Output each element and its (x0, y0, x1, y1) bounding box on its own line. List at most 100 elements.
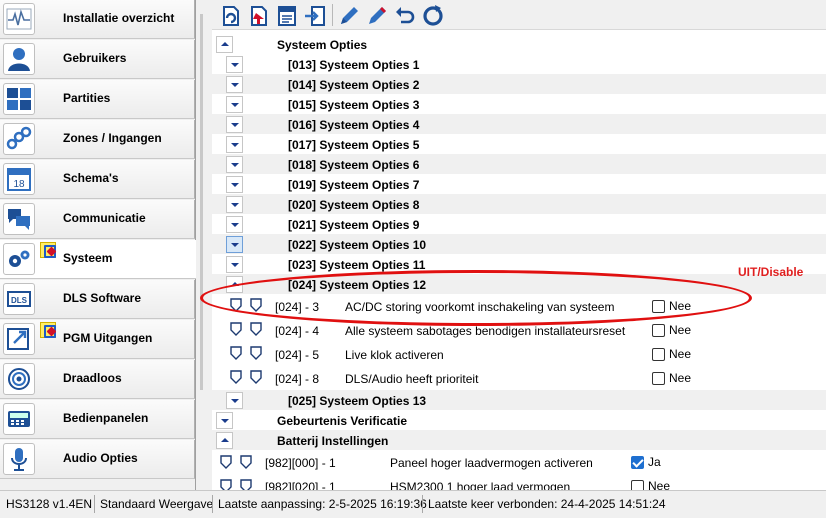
shield-icon (220, 455, 232, 469)
refresh-icon[interactable] (420, 3, 444, 27)
group-label: [015] Systeem Opties 3 (288, 98, 420, 112)
shield-icon (250, 346, 262, 360)
option-checkbox[interactable] (652, 348, 665, 361)
annotation-ellipse (200, 270, 752, 326)
sidebar-item-zones[interactable]: Zones / Ingangen (0, 120, 195, 159)
sidebar-item-gebruikers[interactable]: Gebruikers (0, 40, 195, 79)
group-label: [013] Systeem Opties 1 (288, 58, 420, 72)
option-checkbox[interactable] (652, 372, 665, 385)
tree-group-022[interactable]: [022] Systeem Opties 10 (212, 234, 826, 254)
sidebar-item-dls-software[interactable]: DLS DLS Software (0, 280, 195, 319)
sidebar-item-communicatie[interactable]: Communicatie (0, 200, 195, 239)
sidebar-item-bedienpanelen[interactable]: Bedienpanelen (0, 400, 195, 439)
tree-group-015[interactable]: [015] Systeem Opties 3 (212, 94, 826, 114)
tree-group-014[interactable]: [014] Systeem Opties 2 (212, 74, 826, 94)
expand-icon[interactable] (226, 236, 243, 253)
splitter[interactable] (196, 0, 212, 490)
document-red-arrow-icon[interactable] (246, 3, 270, 27)
expand-icon[interactable] (226, 156, 243, 173)
option-code: [024] - 5 (275, 348, 320, 362)
option-description: Alle systeem sabotages benodigen install… (345, 324, 626, 338)
tree-group-systeem-opties[interactable]: Systeem Opties (212, 34, 826, 54)
expand-icon[interactable] (216, 412, 233, 429)
option-row-982-020-1[interactable]: [982][020] - 1 HSM2300 1 hoger laad verm… (212, 474, 826, 490)
expand-icon[interactable] (226, 392, 243, 409)
expand-icon[interactable] (226, 96, 243, 113)
tree-group-017[interactable]: [017] Systeem Opties 5 (212, 134, 826, 154)
status-separator (94, 495, 95, 513)
option-row-024-8[interactable]: [024] - 8 DLS/Audio heeft prioriteit Nee (212, 366, 826, 390)
toolbar (212, 0, 826, 30)
option-row-982-000-1[interactable]: [982][000] - 1 Paneel hoger laadvermogen… (212, 450, 826, 474)
sidebar-item-systeem[interactable]: Systeem (0, 240, 196, 279)
shield-icon (240, 455, 252, 469)
sidebar-item-label: Bedienpanelen (63, 411, 149, 425)
settings-tree: Systeem Opties [013] Systeem Opties 1 [0… (212, 31, 826, 490)
user-icon (3, 43, 35, 75)
sidebar-item-installatie-overzicht[interactable]: Installatie overzicht (0, 0, 195, 39)
sidebar-item-label: Schema's (63, 171, 119, 185)
option-checkbox[interactable] (652, 324, 665, 337)
sidebar-item-draadloos[interactable]: Draadloos (0, 360, 195, 399)
pencil-icon[interactable] (336, 3, 360, 27)
sidebar-item-schemas[interactable]: 18 Schema's (0, 160, 195, 199)
toolbar-separator (332, 4, 333, 26)
option-row-024-5[interactable]: [024] - 5 Live klok activeren Nee (212, 342, 826, 366)
sidebar: Installatie overzicht Gebruikers Partiti… (0, 0, 196, 490)
tree-group-013[interactable]: [013] Systeem Opties 1 (212, 54, 826, 74)
splitter-grip[interactable] (200, 14, 203, 390)
option-checkbox[interactable] (631, 456, 644, 469)
expand-icon[interactable] (226, 136, 243, 153)
tree-group-018[interactable]: [018] Systeem Opties 6 (212, 154, 826, 174)
sidebar-item-partities[interactable]: Partities (0, 80, 195, 119)
option-value: Nee (669, 347, 692, 361)
status-version: HS3128 v1.4EN (6, 497, 93, 511)
refresh-document-icon[interactable] (218, 3, 242, 27)
sidebar-item-label: PGM Uitgangen (63, 331, 153, 345)
tree-group-019[interactable]: [019] Systeem Opties 7 (212, 174, 826, 194)
group-label: [023] Systeem Opties 11 (288, 258, 426, 272)
sidebar-item-audio-opties[interactable]: Audio Opties (0, 440, 195, 479)
status-last-connected: Laatste keer verbonden: 24-4-2025 14:51:… (428, 497, 666, 511)
option-checkbox[interactable] (631, 480, 644, 490)
wireless-icon (3, 363, 35, 395)
tree-group-025[interactable]: [025] Systeem Opties 13 (212, 390, 826, 410)
status-view: Standaard Weergave (100, 497, 214, 511)
undo-icon[interactable] (392, 3, 416, 27)
expand-icon[interactable] (226, 216, 243, 233)
import-icon[interactable] (302, 3, 326, 27)
sidebar-item-pgm-uitgangen[interactable]: PGM Uitgangen (0, 320, 195, 359)
tree-group-021[interactable]: [021] Systeem Opties 9 (212, 214, 826, 234)
expand-icon[interactable] (226, 196, 243, 213)
svg-text:18: 18 (13, 179, 25, 190)
shield-icon (230, 370, 242, 384)
chat-icon (3, 203, 35, 235)
expand-icon[interactable] (226, 176, 243, 193)
status-separator (422, 495, 423, 513)
expand-icon[interactable] (226, 116, 243, 133)
status-last-change: Laatste aanpassing: 2-5-2025 16:19:36 (218, 497, 427, 511)
pencil-red-icon[interactable] (364, 3, 388, 27)
expand-icon[interactable] (226, 256, 243, 273)
tree-group-020[interactable]: [020] Systeem Opties 8 (212, 194, 826, 214)
zones-icon (3, 123, 35, 155)
collapse-icon[interactable] (216, 36, 233, 53)
option-code: [024] - 4 (275, 324, 320, 338)
sidebar-item-label: Gebruikers (63, 51, 127, 65)
option-description: HSM2300 1 hoger laad vermogen (390, 480, 571, 490)
status-bar: HS3128 v1.4EN Standaard Weergave Laatste… (0, 490, 826, 518)
tree-group-gebeurtenis-verificatie[interactable]: Gebeurtenis Verificatie (212, 410, 826, 430)
shield-icon (230, 322, 242, 336)
expand-icon[interactable] (226, 76, 243, 93)
expand-icon[interactable] (226, 56, 243, 73)
document-table-icon[interactable] (274, 3, 298, 27)
group-label: Systeem Opties (277, 38, 368, 52)
gears-icon (3, 243, 35, 275)
collapse-icon[interactable] (216, 432, 233, 449)
group-label: [014] Systeem Opties 2 (288, 78, 420, 92)
tree-group-016[interactable]: [016] Systeem Opties 4 (212, 114, 826, 134)
option-description: Paneel hoger laadvermogen activeren (390, 456, 593, 470)
tree-group-batterij-instellingen[interactable]: Batterij Instellingen (212, 430, 826, 450)
microphone-icon (3, 443, 35, 475)
option-value: Nee (669, 371, 692, 385)
